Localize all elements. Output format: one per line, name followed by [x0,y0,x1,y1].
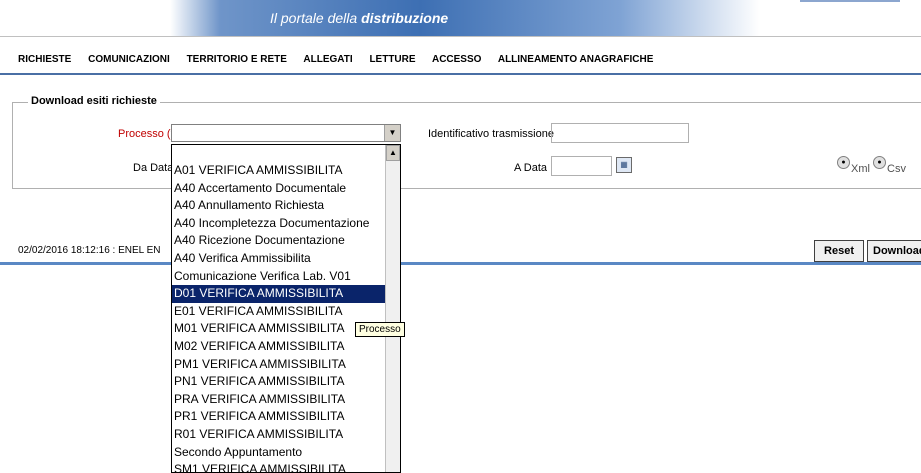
csv-label: Csv [887,163,906,175]
dropdown-option[interactable]: A40 Accertamento Documentale [172,180,387,198]
dropdown-option[interactable]: SM1 VERIFICA AMMISSIBILITA [172,461,387,472]
download-fieldset [12,102,921,189]
dropdown-option[interactable]: A40 Incompletezza Documentazione [172,215,387,233]
dropdown-option[interactable]: M02 VERIFICA AMMISSIBILITA [172,338,387,356]
tooltip: Processo [355,322,405,337]
processo-dropdown-list[interactable]: A01 VERIFICA AMMISSIBILITA A40 Accertamen… [171,144,401,473]
status-text: 02/02/2016 18:12:16 : ENEL EN [18,245,161,256]
status-bar [0,262,921,265]
dropdown-option[interactable]: D01 VERIFICA AMMISSIBILITA [172,285,387,303]
menu-item-letture[interactable]: LETTURE [369,54,415,65]
menu-item-allegati[interactable]: ALLEGATI [303,54,352,65]
a-data-input[interactable] [551,156,612,176]
chevron-up-icon[interactable]: ▲ [386,145,400,161]
dropdown-option[interactable]: PM1 VERIFICA AMMISSIBILITA [172,356,387,374]
dropdown-option[interactable]: A40 Verifica Ammissibilita [172,250,387,268]
menu-separator [0,73,921,75]
reset-button[interactable]: Reset [814,240,864,262]
dropdown-option[interactable]: R01 VERIFICA AMMISSIBILITA [172,426,387,444]
dropdown-option[interactable]: PR1 VERIFICA AMMISSIBILITA [172,408,387,426]
dropdown-option[interactable]: A01 VERIFICA AMMISSIBILITA [172,162,387,180]
dropdown-option[interactable]: Comunicazione Verifica Lab. V01 [172,268,387,286]
a-data-label: A Data [514,162,548,174]
dropdown-option[interactable]: Secondo Appuntamento [172,444,387,462]
menu-item-richieste[interactable]: RICHIESTE [18,54,71,65]
csv-radio[interactable]: ● [873,156,886,169]
menu-item-comunicazioni[interactable]: COMUNICAZIONI [88,54,170,65]
header-banner: Il portale della distribuzione [0,0,921,36]
portal-title: Il portale della distribuzione [270,10,449,26]
processo-select[interactable]: ▼ [171,124,401,142]
menu-item-accesso[interactable]: ACCESSO [432,54,481,65]
banner-divider [0,36,921,37]
main-menu: RICHIESTE COMUNICAZIONI TERRITORIO E RET… [18,54,667,65]
dropdown-option[interactable]: E01 VERIFICA AMMISSIBILITA [172,303,387,321]
download-button[interactable]: Download [867,240,921,262]
dropdown-scrollbar[interactable] [385,145,400,472]
dropdown-option[interactable]: A40 Annullamento Richiesta [172,197,387,215]
banner-decoration [800,0,900,6]
dropdown-option[interactable]: PN1 VERIFICA AMMISSIBILITA [172,373,387,391]
id-trasmissione-label: Identificativo trasmissione [428,128,554,140]
processo-label: Processo (*) [118,128,179,140]
dropdown-option[interactable]: A40 Ricezione Documentazione [172,232,387,250]
chevron-down-icon[interactable]: ▼ [384,125,400,141]
menu-item-territorio-e-rete[interactable]: TERRITORIO E RETE [187,54,287,65]
menu-item-allineamento-anagrafiche[interactable]: ALLINEAMENTO ANAGRAFICHE [498,54,654,65]
da-data-label: Da Data [133,162,174,174]
id-trasmissione-input[interactable] [551,123,689,143]
dropdown-options: A01 VERIFICA AMMISSIBILITA A40 Accertamen… [172,162,387,472]
dropdown-option[interactable]: PRA VERIFICA AMMISSIBILITA [172,391,387,409]
xml-label: Xml [851,163,870,175]
fieldset-legend: Download esiti richieste [28,95,160,107]
xml-radio[interactable]: ● [837,156,850,169]
calendar-icon[interactable]: ▦ [616,157,632,173]
